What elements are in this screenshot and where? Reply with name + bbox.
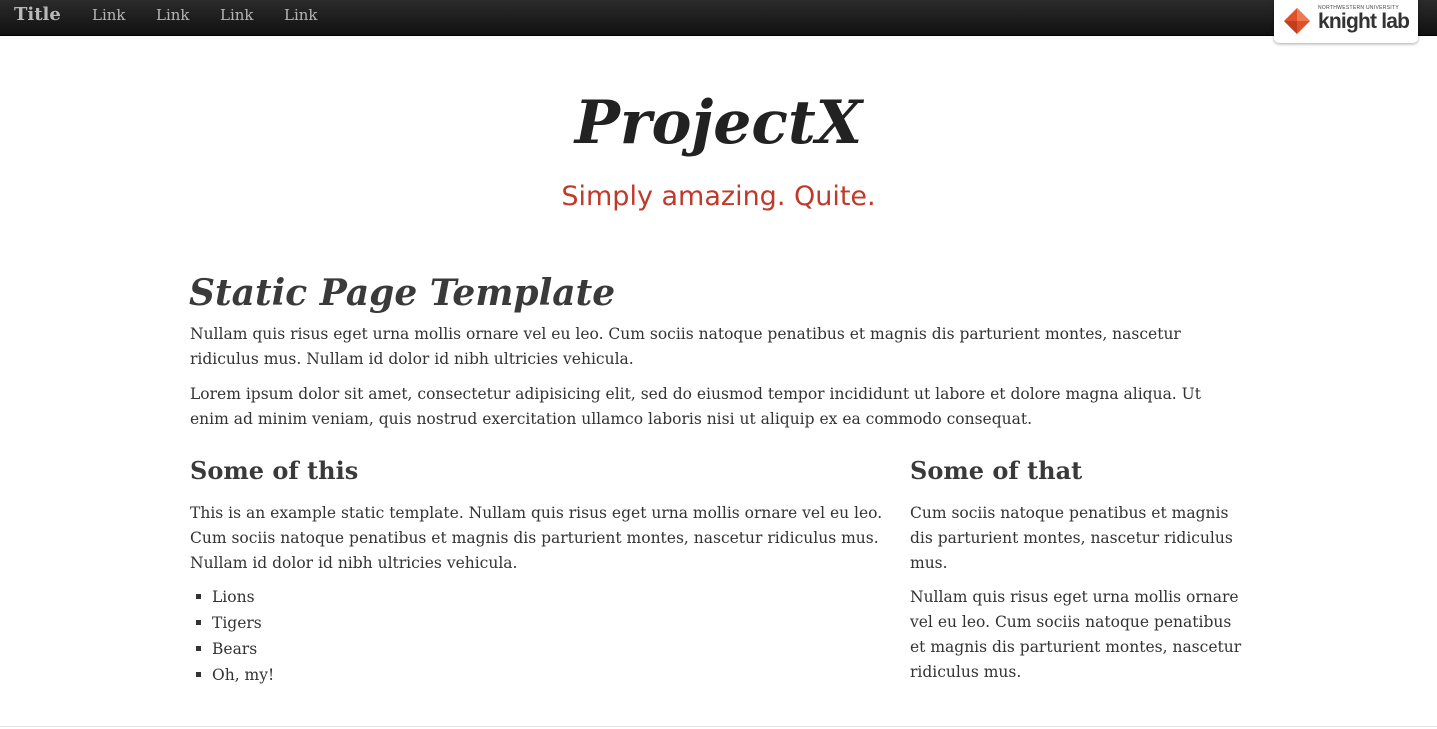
intro-paragraph-1: Nullam quis risus eget urna mollis ornar… bbox=[190, 325, 1181, 368]
badge-name-label: knight lab bbox=[1318, 10, 1410, 33]
brand-title-link[interactable]: Title bbox=[14, 3, 61, 27]
intro-paragraph-2: Lorem ipsum dolor sit amet, consectetur … bbox=[190, 385, 1201, 428]
list-item: Lions bbox=[190, 584, 274, 610]
nav-link-4[interactable]: Link bbox=[284, 5, 318, 25]
site-title: ProjectX bbox=[574, 88, 863, 158]
footer-divider bbox=[0, 726, 1437, 727]
left-column-heading: Some of this bbox=[190, 456, 359, 485]
right-column-paragraph-1: Cum sociis natoque penatibus et magnis d… bbox=[910, 504, 1233, 572]
right-column-heading: Some of that bbox=[910, 456, 1083, 485]
nav-link-1[interactable]: Link bbox=[92, 5, 126, 25]
left-column-paragraph: This is an example static template. Null… bbox=[190, 504, 883, 572]
list-item: Oh, my! bbox=[190, 662, 274, 688]
nav-link-2[interactable]: Link bbox=[156, 5, 190, 25]
animal-list: Lions Tigers Bears Oh, my! bbox=[190, 584, 274, 688]
site-tagline: Simply amazing. Quite. bbox=[561, 181, 876, 212]
list-item: Tigers bbox=[190, 610, 274, 636]
knight-lab-badge[interactable]: NORTHWESTERN UNIVERSITY knight lab bbox=[1274, 0, 1418, 43]
nav-link-3[interactable]: Link bbox=[220, 5, 254, 25]
top-navbar: Title Link Link Link Link bbox=[0, 0, 1437, 36]
list-item: Bears bbox=[190, 636, 274, 662]
page-heading: Static Page Template bbox=[189, 272, 616, 314]
knight-lab-diamond-icon bbox=[1284, 8, 1310, 34]
right-column-paragraph-2: Nullam quis risus eget urna mollis ornar… bbox=[910, 588, 1242, 681]
